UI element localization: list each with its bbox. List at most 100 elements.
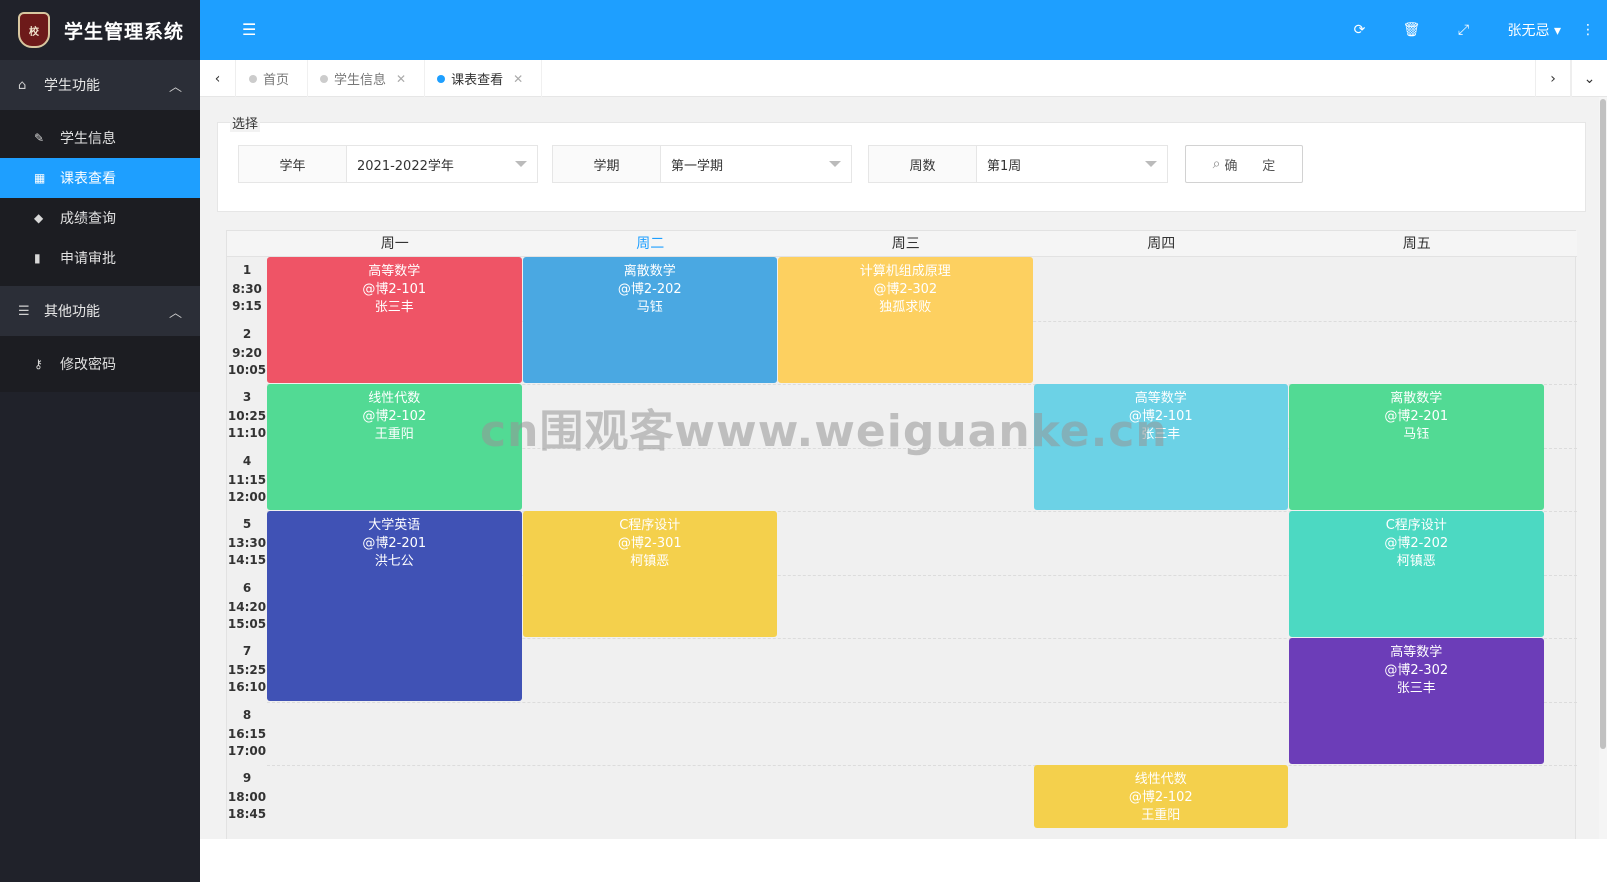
period-end-time: 15:05 bbox=[227, 616, 267, 631]
course-room: @博2-301 bbox=[617, 536, 682, 551]
sidebar-item-approval[interactable]: ▮ 申请审批 bbox=[0, 238, 200, 278]
day-header: 周三 bbox=[891, 236, 920, 252]
menu-head-other-functions[interactable]: ☰ 其他功能 ︿ bbox=[0, 286, 200, 336]
term-label: 学期 bbox=[553, 146, 661, 182]
course-block[interactable]: 大学英语 @博2-201 洪七公 bbox=[267, 511, 522, 701]
term-select[interactable]: 第一学期 bbox=[661, 146, 851, 182]
period-number: 9 bbox=[242, 771, 252, 785]
course-room: @博2-201 bbox=[1384, 409, 1449, 424]
course-room: @博2-202 bbox=[617, 282, 682, 297]
sidebar-item-change-password[interactable]: ⚷ 修改密码 bbox=[0, 344, 200, 384]
period-start-time: 11:15 bbox=[227, 472, 267, 487]
confirm-button[interactable]: ⌕ 确 定 bbox=[1185, 145, 1303, 183]
tab-home[interactable]: 首页 bbox=[237, 60, 309, 97]
period-label: 2 9:20 10:05 bbox=[227, 327, 267, 379]
course-block[interactable]: 高等数学 @博2-101 张三丰 bbox=[267, 257, 522, 383]
course-block[interactable]: C程序设计 @博2-202 柯镇恶 bbox=[1289, 511, 1544, 637]
sidebar: 校 学生管理系统 ⌂ 学生功能 ︿ ✎ 学生信息 ▦ 课表查看 ◆ 成绩查询 ▮… bbox=[0, 0, 200, 882]
logo-area: 校 学生管理系统 bbox=[0, 0, 200, 60]
week-select-group: 周数 第1周 bbox=[868, 145, 1168, 183]
fullscreen-icon[interactable]: ⤢ bbox=[1438, 22, 1490, 38]
week-value: 第1周 bbox=[987, 158, 1022, 174]
course-block[interactable]: 线性代数 @博2-102 王重阳 bbox=[1033, 765, 1288, 828]
menu-items-student: ✎ 学生信息 ▦ 课表查看 ◆ 成绩查询 ▮ 申请审批 bbox=[0, 110, 200, 286]
year-select[interactable]: 2021-2022学年 bbox=[347, 146, 537, 182]
sidebar-item-timetable[interactable]: ▦ 课表查看 bbox=[0, 158, 200, 198]
close-icon[interactable]: ✕ bbox=[396, 72, 406, 86]
course-room: @博2-302 bbox=[873, 282, 938, 297]
menu-items-other: ⚷ 修改密码 bbox=[0, 336, 200, 392]
day-header: 周五 bbox=[1402, 236, 1431, 252]
caret-down-icon bbox=[515, 161, 527, 167]
sidebar-item-label: 成绩查询 bbox=[60, 211, 116, 227]
course-block[interactable]: 高等数学 @博2-302 张三丰 bbox=[1289, 638, 1544, 764]
course-teacher: 王重阳 bbox=[1141, 808, 1181, 823]
sidebar-item-label: 修改密码 bbox=[60, 357, 116, 373]
course-block[interactable]: 离散数学 @博2-201 马钰 bbox=[1289, 384, 1544, 510]
tab-dot bbox=[320, 75, 329, 83]
footer-area bbox=[200, 839, 1607, 882]
tab-dot bbox=[437, 75, 446, 83]
sidebar-item-grades[interactable]: ◆ 成绩查询 bbox=[0, 198, 200, 238]
tab-label: 学生信息 bbox=[334, 73, 387, 88]
chevron-up-icon: ︿ bbox=[168, 79, 182, 95]
scrollbar[interactable] bbox=[1599, 97, 1607, 839]
close-icon[interactable]: ✕ bbox=[513, 72, 523, 86]
period-end-time: 9:15 bbox=[232, 299, 262, 313]
tab-scroll-left-icon[interactable]: ‹ bbox=[200, 60, 236, 97]
course-name: C程序设计 bbox=[1385, 518, 1447, 533]
sidebar-toggle-icon[interactable]: ☰ bbox=[242, 20, 256, 39]
home-icon: ⌂ bbox=[18, 77, 27, 93]
course-room: @博2-302 bbox=[1384, 663, 1449, 678]
course-teacher: 马钰 bbox=[1403, 427, 1430, 442]
year-value: 2021-2022学年 bbox=[357, 158, 454, 174]
filter-legend: 选择 bbox=[230, 113, 261, 132]
period-start-time: 18:00 bbox=[227, 790, 267, 804]
menu-head-label: 学生功能 bbox=[44, 78, 100, 94]
course-name: 离散数学 bbox=[623, 264, 676, 279]
period-end-time: 11:10 bbox=[227, 426, 267, 440]
watermark: cn围观客www.weiguanke.cn bbox=[480, 406, 1168, 457]
course-teacher: 独孤求败 bbox=[879, 300, 932, 315]
list-icon: ☰ bbox=[18, 303, 30, 319]
period-label: 5 13:30 14:15 bbox=[227, 517, 267, 569]
period-end-time: 17:00 bbox=[227, 743, 267, 758]
course-block[interactable]: 离散数学 @博2-202 马钰 bbox=[522, 257, 777, 383]
tab-label: 课表查看 bbox=[451, 73, 504, 88]
course-teacher: 张三丰 bbox=[374, 300, 414, 315]
term-select-group: 学期 第一学期 bbox=[552, 145, 852, 183]
chevron-down-icon[interactable]: ⌄ bbox=[1571, 60, 1607, 97]
app-title: 学生管理系统 bbox=[64, 20, 185, 43]
timetable-header: 周一 周二 周三 周四 周五 bbox=[227, 231, 1577, 257]
menu-group-other: ☰ 其他功能 ︿ ⚷ 修改密码 bbox=[0, 286, 200, 392]
tab-student-info[interactable]: 学生信息 ✕ bbox=[308, 60, 426, 97]
course-room: @博2-101 bbox=[362, 282, 427, 297]
course-block[interactable]: 计算机组成原理 @博2-302 独孤求败 bbox=[778, 257, 1033, 383]
scrollbar-thumb[interactable] bbox=[1600, 99, 1606, 749]
period-end-time: 16:10 bbox=[227, 680, 267, 694]
refresh-icon[interactable]: ⟳ bbox=[1334, 22, 1386, 38]
user-name: 张无忌 bbox=[1507, 23, 1550, 39]
period-end-time: 10:05 bbox=[227, 362, 267, 377]
course-room: @博2-102 bbox=[1128, 790, 1193, 805]
book-icon: ▮ bbox=[34, 251, 41, 265]
period-end-time: 12:00 bbox=[227, 489, 267, 504]
trash-icon[interactable]: 🗑 bbox=[1386, 22, 1438, 38]
period-start-time: 16:15 bbox=[227, 726, 267, 741]
timetable: 周一 周二 周三 周四 周五 1 8:30 9:15 2 9:20 10:05 3 10:25 11:1… bbox=[226, 230, 1577, 839]
day-header: 周一 bbox=[380, 236, 409, 252]
period-number: 2 bbox=[242, 326, 252, 341]
user-menu[interactable]: 张无忌 ▾ bbox=[1508, 20, 1561, 40]
tab-timetable[interactable]: 课表查看 ✕ bbox=[425, 60, 543, 97]
menu-group-student: ⌂ 学生功能 ︿ ✎ 学生信息 ▦ 课表查看 ◆ 成绩查询 ▮ 申请审批 bbox=[0, 60, 200, 286]
course-name: C程序设计 bbox=[619, 518, 681, 533]
course-block[interactable]: C程序设计 @博2-301 柯镇恶 bbox=[522, 511, 777, 637]
day-header: 周四 bbox=[1147, 236, 1176, 252]
tab-scroll-right-icon[interactable]: › bbox=[1535, 60, 1571, 97]
period-start-time: 8:30 bbox=[232, 282, 262, 296]
sidebar-item-student-info[interactable]: ✎ 学生信息 bbox=[0, 118, 200, 158]
period-label: 8 16:15 17:00 bbox=[227, 708, 267, 760]
week-select[interactable]: 第1周 bbox=[977, 146, 1167, 182]
menu-head-student-functions[interactable]: ⌂ 学生功能 ︿ bbox=[0, 60, 200, 110]
more-vertical-icon[interactable]: ⋮ bbox=[1577, 22, 1599, 38]
